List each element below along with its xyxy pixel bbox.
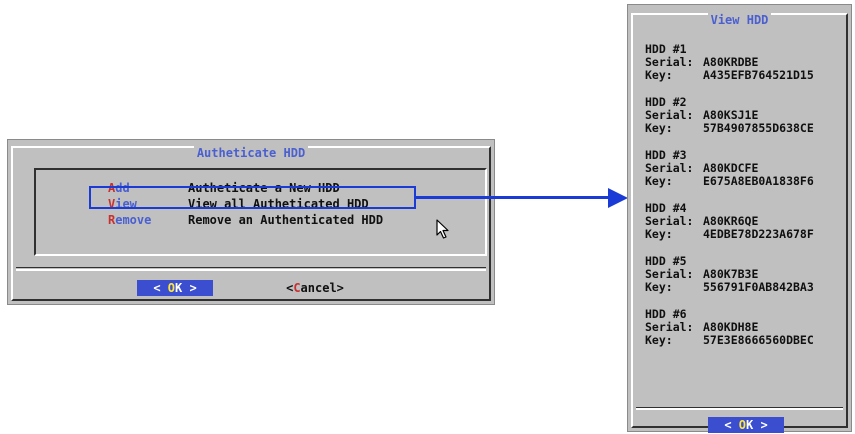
- hdd-key: E675A8EB0A1838F6: [703, 174, 814, 188]
- dialog-title: View HDD: [633, 13, 846, 27]
- dialog-frame: View HDD HDD #1 Serial: A80KRDBE Key: A435EF…: [631, 13, 848, 433]
- hdd-key: 4EDBE78D223A678F: [703, 227, 814, 241]
- mouse-pointer-icon: [436, 219, 449, 239]
- hdd-key-row: Key: 556791F0AB842BA3: [645, 281, 814, 294]
- dialog-frame: Autheticate HDD Add Autheticate a New HD…: [11, 146, 491, 301]
- key-label: Key:: [645, 280, 673, 294]
- callout-arrow-line: [416, 196, 612, 199]
- hdd-entry: HDD #2 Serial: A80KSJ1E Key: 57B4907855D638C…: [645, 96, 814, 135]
- view-hdd-dialog: View HDD HDD #1 Serial: A80KRDBE Key: A435EF…: [627, 4, 852, 433]
- hdd-key: 57B4907855D638CE: [703, 121, 814, 135]
- hdd-key-row: Key: E675A8EB0A1838F6: [645, 175, 814, 188]
- hdd-entry: HDD #4 Serial: A80KR6QE Key: 4EDBE78D223A678…: [645, 202, 814, 241]
- ok-button[interactable]: < OK >: [708, 417, 784, 433]
- hdd-serial: A80KDCFE: [703, 161, 759, 175]
- key-label: Key:: [645, 333, 673, 347]
- callout-arrow-head: [608, 188, 628, 208]
- divider: [16, 267, 486, 268]
- hdd-entry: HDD #6 Serial: A80KDH8E Key: 57E3E8666560DBE…: [645, 308, 814, 347]
- hdd-serial: A80KDH8E: [703, 320, 759, 334]
- hdd-serial: A80KRDBE: [703, 55, 759, 69]
- menu-item-remove[interactable]: Remove Remove an Authenticated HDD: [36, 212, 485, 228]
- hdd-key-row: Key: 4EDBE78D223A678F: [645, 228, 814, 241]
- menu-item-description: Remove an Authenticated HDD: [188, 213, 384, 227]
- authenticate-hdd-dialog: Autheticate HDD Add Autheticate a New HD…: [7, 139, 495, 305]
- cancel-button[interactable]: <Cancel>: [275, 280, 355, 296]
- hotkey-letter: C: [293, 281, 301, 295]
- hdd-entry: HDD #3 Serial: A80KDCFE Key: E675A8EB0A1838F…: [645, 149, 814, 188]
- key-label: Key:: [645, 68, 673, 82]
- divider: [16, 269, 486, 271]
- hdd-key: 57E3E8666560DBEC: [703, 333, 814, 347]
- key-label: Key:: [645, 227, 673, 241]
- dialog-title: Autheticate HDD: [13, 146, 489, 160]
- hdd-serial: A80KR6QE: [703, 214, 759, 228]
- view-row-highlight-box: [89, 186, 416, 209]
- hdd-serial: A80K7B3E: [703, 267, 759, 281]
- hdd-serial: A80KSJ1E: [703, 108, 759, 122]
- key-label: Key:: [645, 174, 673, 188]
- hdd-entry: HDD #5 Serial: A80K7B3E Key: 556791F0AB842BA…: [645, 255, 814, 294]
- hotkey-letter: O: [738, 418, 746, 432]
- hdd-key-row: Key: 57B4907855D638CE: [645, 122, 814, 135]
- hdd-key: 556791F0AB842BA3: [703, 280, 814, 294]
- key-label: Key:: [645, 121, 673, 135]
- hdd-key-row: Key: A435EFB764521D15: [645, 69, 814, 82]
- hdd-key: A435EFB764521D15: [703, 68, 814, 82]
- hotkey-letter: O: [167, 281, 175, 295]
- divider: [636, 408, 843, 410]
- menu-list: Add Autheticate a New HDD View View all …: [34, 168, 487, 256]
- hdd-key-row: Key: 57E3E8666560DBEC: [645, 334, 814, 347]
- hdd-entry: HDD #1 Serial: A80KRDBE Key: A435EFB764521D1…: [645, 43, 814, 82]
- menu-item-tag: Remove: [108, 213, 152, 227]
- ok-button[interactable]: < OK >: [137, 280, 213, 296]
